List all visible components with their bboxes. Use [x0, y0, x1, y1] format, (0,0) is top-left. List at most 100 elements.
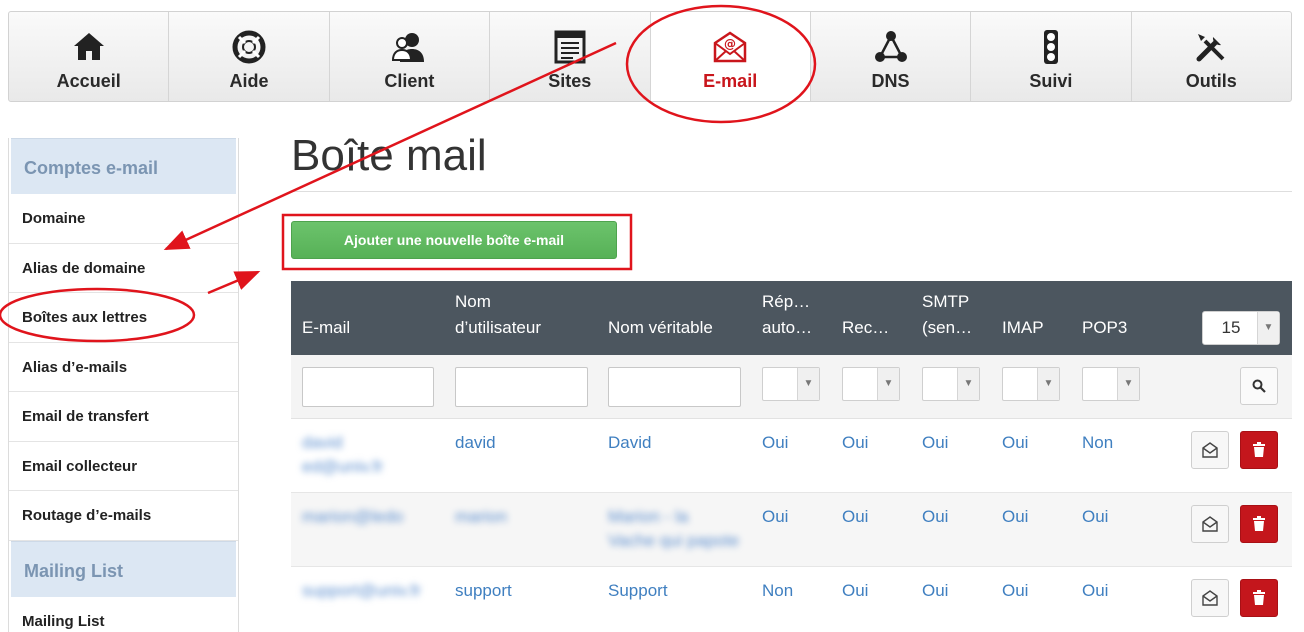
- envelope-open-icon: [1202, 590, 1218, 606]
- sidebar-item-boites-lettres[interactable]: Boîtes aux lettres: [9, 293, 238, 343]
- col-header-rec[interactable]: Rec…: [842, 315, 889, 341]
- cell-imap[interactable]: Oui: [1002, 579, 1028, 603]
- col-header-realname[interactable]: Nom véritable: [608, 315, 713, 341]
- lifebuoy-icon: [232, 30, 266, 64]
- col-header-email[interactable]: E-mail: [302, 315, 350, 341]
- col-header-imap[interactable]: IMAP: [1002, 315, 1044, 341]
- sidebar-item-routage-emails[interactable]: Routage d’e-mails: [9, 491, 238, 541]
- nav-item-suivi[interactable]: Suivi: [971, 12, 1132, 101]
- filter-username-input[interactable]: [455, 367, 588, 407]
- cell-imap[interactable]: Oui: [1002, 431, 1028, 455]
- chevron-down-icon: ▼: [1257, 312, 1279, 344]
- col-header-smtp[interactable]: SMTP (sen…: [922, 289, 972, 341]
- cell-pop3[interactable]: Non: [1082, 431, 1113, 455]
- sidebar-item-alias-emails[interactable]: Alias d’e-mails: [9, 343, 238, 392]
- open-mailbox-button[interactable]: [1191, 505, 1229, 543]
- sidebar-item-alias-domaine[interactable]: Alias de domaine: [9, 244, 238, 293]
- sidebar-item-email-transfert[interactable]: Email de transfert: [9, 392, 238, 442]
- cell-username[interactable]: marion: [455, 505, 507, 529]
- top-navigation: Accueil Aide Client Sites @ E-mail DNS S…: [8, 11, 1292, 102]
- cell-email[interactable]: marion@ledo: [302, 505, 403, 529]
- cell-smtp[interactable]: Oui: [922, 505, 948, 529]
- cell-username[interactable]: support: [455, 579, 512, 603]
- cell-pop3[interactable]: Oui: [1082, 579, 1108, 603]
- mailbox-grid: E-mail Nom d’utilisateur Nom véritable Ré…: [291, 281, 1292, 632]
- nav-item-dns[interactable]: DNS: [811, 12, 972, 101]
- nav-label: Client: [384, 71, 435, 91]
- nav-label: Sites: [548, 71, 592, 91]
- cell-imap[interactable]: Oui: [1002, 505, 1028, 529]
- dns-icon: [874, 31, 907, 62]
- email-icon: @: [713, 31, 747, 63]
- col-header-username[interactable]: Nom d’utilisateur: [455, 289, 541, 341]
- cell-username[interactable]: david: [455, 431, 496, 455]
- nav-label: Outils: [1185, 71, 1237, 91]
- svg-text:@: @: [724, 37, 736, 51]
- filter-imap-select[interactable]: ▼: [1002, 367, 1060, 401]
- trash-icon: [1253, 516, 1265, 531]
- envelope-open-icon: [1202, 516, 1218, 532]
- envelope-open-icon: [1202, 442, 1218, 458]
- search-button[interactable]: [1240, 367, 1278, 405]
- table-row[interactable]: david ed@univ.fr david David Oui Oui Oui …: [291, 419, 1292, 493]
- nav-label: DNS: [871, 71, 910, 91]
- cell-realname[interactable]: David: [608, 431, 651, 455]
- filter-smtp-select[interactable]: ▼: [922, 367, 980, 401]
- chevron-down-icon: ▼: [797, 368, 819, 400]
- chevron-down-icon: ▼: [957, 368, 979, 400]
- tools-icon: [1196, 34, 1225, 62]
- cell-rec[interactable]: Oui: [842, 431, 868, 455]
- cell-email[interactable]: support@univ.fr: [302, 579, 421, 603]
- cell-smtp[interactable]: Oui: [922, 579, 948, 603]
- sidebar-item-email-collecteur[interactable]: Email collecteur: [9, 442, 238, 491]
- cell-rec[interactable]: Oui: [842, 505, 868, 529]
- nav-label: Aide: [229, 71, 269, 91]
- filter-autoreply-select[interactable]: ▼: [762, 367, 820, 401]
- cell-rec[interactable]: Oui: [842, 579, 868, 603]
- nav-item-outils[interactable]: Outils: [1132, 12, 1291, 101]
- nav-item-sites[interactable]: Sites: [490, 12, 651, 101]
- sidebar-section-mailing-list: Mailing List: [11, 540, 236, 597]
- nav-label: Accueil: [56, 71, 121, 91]
- cell-pop3[interactable]: Oui: [1082, 505, 1108, 529]
- cell-autoreply[interactable]: Oui: [762, 431, 788, 455]
- add-mailbox-button[interactable]: Ajouter une nouvelle boîte e-mail: [291, 221, 617, 259]
- filter-pop3-select[interactable]: ▼: [1082, 367, 1140, 401]
- col-header-autoreply[interactable]: Rép… auto…: [762, 289, 812, 341]
- page-size-select[interactable]: 15 ▼: [1202, 311, 1280, 345]
- page-size-value: 15: [1221, 318, 1241, 337]
- nav-item-email[interactable]: @ E-mail: [650, 12, 811, 101]
- filter-realname-input[interactable]: [608, 367, 741, 407]
- traffic-light-icon: [1043, 30, 1058, 64]
- nav-label: E-mail: [703, 71, 758, 91]
- cell-email[interactable]: david ed@univ.fr: [302, 431, 383, 479]
- cell-smtp[interactable]: Oui: [922, 431, 948, 455]
- sidebar: Comptes e-mail Domaine Alias de domaine …: [8, 138, 239, 632]
- nav-item-client[interactable]: Client: [330, 12, 491, 101]
- cell-autoreply[interactable]: Oui: [762, 505, 788, 529]
- table-row[interactable]: support@univ.fr support Support Non Oui …: [291, 567, 1292, 632]
- grid-header: E-mail Nom d’utilisateur Nom véritable Ré…: [291, 281, 1292, 355]
- filter-rec-select[interactable]: ▼: [842, 367, 900, 401]
- chevron-down-icon: ▼: [1037, 368, 1059, 400]
- nav-label: Suivi: [1029, 71, 1073, 91]
- site-icon: [554, 30, 586, 64]
- page: Accueil Aide Client Sites @ E-mail DNS S…: [0, 0, 1304, 632]
- sidebar-item-mailing-list[interactable]: Mailing List: [9, 597, 238, 632]
- col-header-pop3[interactable]: POP3: [1082, 315, 1127, 341]
- nav-item-accueil[interactable]: Accueil: [9, 12, 170, 101]
- cell-realname[interactable]: Marion - la Vache qui papote: [608, 505, 739, 553]
- open-mailbox-button[interactable]: [1191, 431, 1229, 469]
- table-row[interactable]: marion@ledo marion Marion - la Vache qui …: [291, 493, 1292, 567]
- filter-email-input[interactable]: [302, 367, 434, 407]
- open-mailbox-button[interactable]: [1191, 579, 1229, 617]
- delete-button[interactable]: [1240, 431, 1278, 469]
- cell-realname[interactable]: Support: [608, 579, 668, 603]
- sidebar-section-comptes-email: Comptes e-mail: [11, 138, 236, 194]
- delete-button[interactable]: [1240, 505, 1278, 543]
- trash-icon: [1253, 442, 1265, 457]
- sidebar-item-domaine[interactable]: Domaine: [9, 194, 238, 244]
- nav-item-aide[interactable]: Aide: [169, 12, 330, 101]
- cell-autoreply[interactable]: Non: [762, 579, 793, 603]
- delete-button[interactable]: [1240, 579, 1278, 617]
